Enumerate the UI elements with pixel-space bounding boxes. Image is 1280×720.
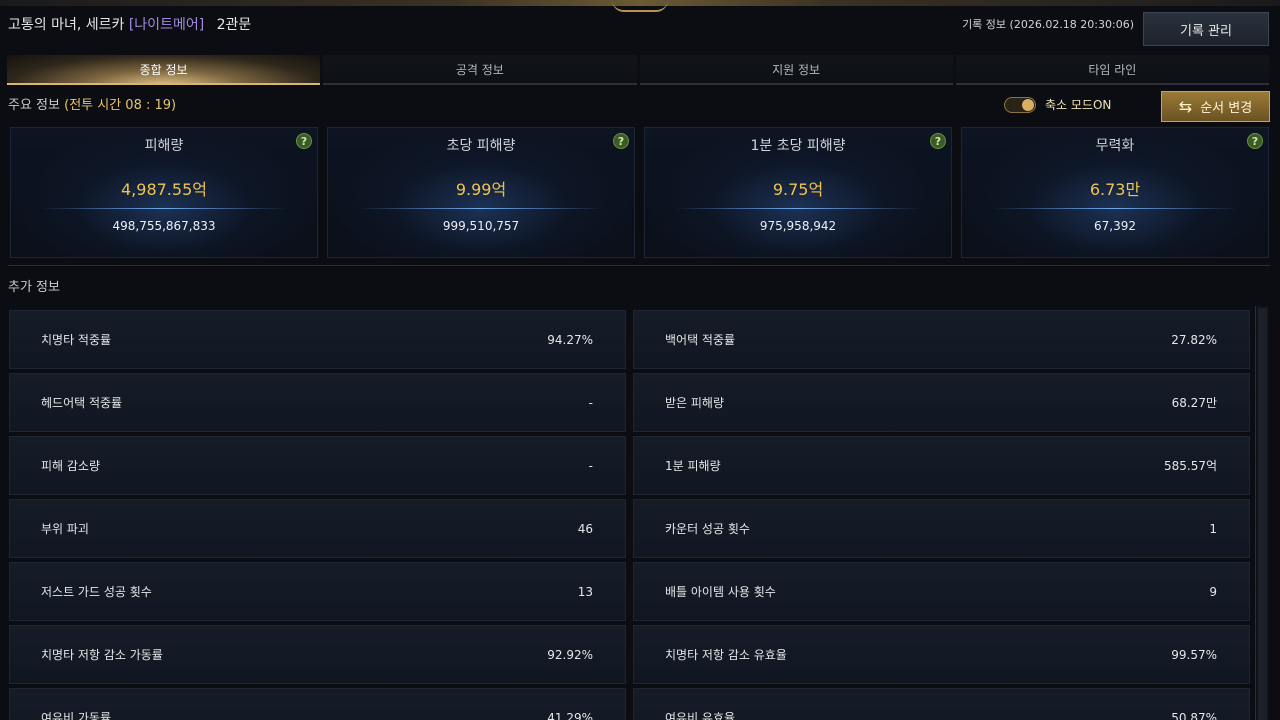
help-icon[interactable]: ? [930,133,946,149]
stat-row: 피해 감소량 - [9,436,626,495]
stat-label: 여유비 유효율 [665,711,736,720]
stat-row: 헤드어택 적중률 - [9,373,626,432]
order-change-label: 순서 변경 [1200,101,1253,116]
card-damage: 피해량 ? 4,987.55억 498,755,867,833 [10,127,318,258]
card-sub-value: 67,392 [1094,219,1136,233]
compact-mode-label: 축소 모드ON [1045,98,1112,112]
stat-row: 부위 파괴 46 [9,499,626,558]
card-divider [358,208,604,209]
stat-row: 저스트 가드 성공 횟수 13 [9,562,626,621]
record-manage-button[interactable]: 기록 관리 [1143,12,1269,46]
stat-label: 치명타 저항 감소 가동률 [41,648,163,662]
help-icon[interactable]: ? [613,133,629,149]
stat-value: 41.29% [547,710,593,720]
stat-value: 1 [1209,521,1217,536]
stat-row: 백어택 적중률 27.82% [633,310,1250,369]
card-main-value: 9.75억 [772,180,824,199]
card-main-value: 6.73만 [1089,180,1141,199]
stat-value: 585.57억 [1163,459,1217,473]
stat-row: 여유비 가동률 41.29% [9,688,626,720]
card-dps: 초당 피해량 ? 9.99억 999,510,757 [327,127,635,258]
tab-bar: 종합 정보 공격 정보 지원 정보 타임 라인 [7,55,1269,85]
stat-row: 치명타 저항 감소 가동률 92.92% [9,625,626,684]
extra-stats-grid: 치명타 적중률 94.27% 백어택 적중률 27.82% 헤드어택 적중률 - 받은… [9,310,1251,720]
extra-info-heading: 추가 정보 [8,280,60,295]
vertical-scrollbar[interactable] [1255,306,1269,720]
card-divider [41,208,287,209]
stat-value: 13 [577,584,593,599]
main-info-label: 주요 정보 [8,98,60,113]
card-stagger: 무력화 ? 6.73만 67,392 [961,127,1269,258]
card-divider [675,208,921,209]
stat-value: 94.27% [547,332,593,347]
stat-value: 9 [1209,584,1217,599]
stat-row: 카운터 성공 횟수 1 [633,499,1250,558]
stat-row: 1분 피해량 585.57억 [633,436,1250,495]
stat-row: 치명타 적중률 94.27% [9,310,626,369]
gate-label: 2관문 [216,17,252,33]
stat-label: 치명타 적중률 [41,333,112,347]
toggle-switch[interactable] [1004,96,1036,113]
boss-name: 고통의 마녀, 세르카 [8,17,125,33]
stat-label: 백어택 적중률 [665,333,736,347]
card-label: 초당 피해량 [446,138,516,154]
card-1min-dps: 1분 초당 피해량 ? 9.75억 975,958,942 [644,127,952,258]
swap-arrows-icon: ⇆ [1178,97,1193,116]
card-divider [992,208,1238,209]
stat-label: 카운터 성공 횟수 [665,522,750,536]
section-divider [8,265,1270,266]
scrollbar-thumb[interactable] [1258,308,1267,720]
main-info-heading: 주요 정보 (전투 시간 08 : 19) [8,94,176,113]
stat-value: - [588,458,593,473]
record-timestamp: 기록 정보 (2026.02.18 20:30:06) [962,18,1134,31]
stat-label: 1분 피해량 [665,459,721,473]
toggle-knob [1022,98,1034,111]
difficulty-label: [나이트메어] [128,17,205,33]
tab-support[interactable]: 지원 정보 [639,55,953,85]
tab-summary[interactable]: 종합 정보 [7,55,321,85]
stat-row: 여유비 유효율 50.87% [633,688,1250,720]
stat-label: 저스트 가드 성공 횟수 [41,585,152,599]
stat-label: 여유비 가동률 [41,711,112,720]
card-label: 무력화 [1095,138,1135,154]
card-label: 1분 초당 피해량 [750,138,846,154]
page-title: 고통의 마녀, 세르카 [나이트메어] 2관문 [8,14,251,38]
stat-label: 피해 감소량 [41,459,101,473]
stat-label: 헤드어택 적중률 [41,396,123,410]
stat-value: 46 [577,521,593,536]
help-icon[interactable]: ? [296,133,312,149]
stat-value: - [588,395,593,410]
stat-label: 부위 파괴 [41,522,89,536]
summary-cards: 피해량 ? 4,987.55억 498,755,867,833 초당 피해량 ?… [10,127,1269,258]
stat-row: 배틀 아이템 사용 횟수 9 [633,562,1250,621]
card-sub-value: 999,510,757 [442,219,520,233]
stat-row: 받은 피해량 68.27만 [633,373,1250,432]
battle-time: (전투 시간 08 : 19) [64,98,177,113]
stat-value: 50.87% [1171,710,1217,720]
stat-label: 치명타 저항 감소 유효율 [665,648,787,662]
stat-label: 받은 피해량 [665,396,725,410]
stat-label: 배틀 아이템 사용 횟수 [665,585,776,599]
top-ornament [612,0,668,12]
card-sub-value: 498,755,867,833 [112,219,216,233]
stat-value: 92.92% [547,647,593,662]
card-main-value: 4,987.55억 [121,180,207,199]
card-label: 피해량 [144,138,184,154]
stat-value: 99.57% [1171,647,1217,662]
stat-row: 치명타 저항 감소 유효율 99.57% [633,625,1250,684]
tab-timeline[interactable]: 타임 라인 [955,55,1269,85]
order-change-button[interactable]: ⇆ 순서 변경 [1161,91,1270,122]
card-sub-value: 975,958,942 [759,219,837,233]
tab-attack[interactable]: 공격 정보 [323,55,637,85]
card-main-value: 9.99억 [455,180,507,199]
help-icon[interactable]: ? [1247,133,1263,149]
compact-mode-toggle[interactable]: 축소 모드ON [1004,96,1111,113]
stat-value: 27.82% [1171,332,1217,347]
stat-value: 68.27만 [1171,396,1217,410]
